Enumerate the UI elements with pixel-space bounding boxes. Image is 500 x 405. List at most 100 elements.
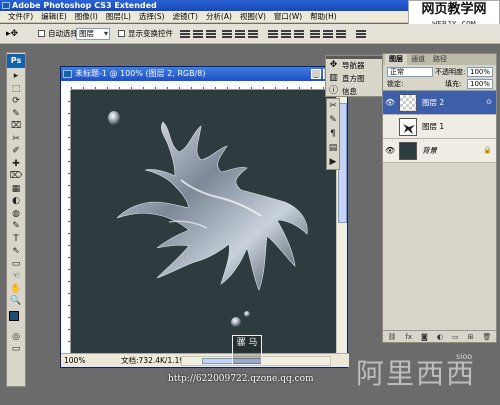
adjustment-icon[interactable]: ◐ [437, 331, 443, 342]
histogram-icon: ▥ [329, 73, 338, 83]
move-tool-icon[interactable]: ▸ [7, 70, 25, 83]
side-watermark: sioo [456, 352, 473, 361]
hand-tool-icon[interactable]: ✋ [7, 283, 25, 296]
menu-window[interactable]: 窗口(W) [270, 11, 306, 22]
auto-align-icon[interactable] [356, 29, 366, 39]
lock-label: 锁定: [387, 80, 404, 88]
eye-icon[interactable]: 👁 [385, 146, 395, 156]
layer-row-layer2[interactable]: 👁 图层 2 ⊙ [383, 91, 496, 115]
layer-name[interactable]: 背景 [422, 146, 437, 156]
align-top-icon[interactable] [180, 29, 190, 39]
dodge-tool-icon[interactable]: ◐ [7, 195, 25, 208]
align-left-icon[interactable] [222, 29, 232, 39]
menu-help[interactable]: 帮助(H) [306, 11, 341, 22]
slice-tool-icon[interactable]: ✂ [7, 133, 25, 146]
pen-tool-icon[interactable]: ✎ [7, 220, 25, 233]
distribute-left-icon[interactable] [310, 29, 320, 39]
distribute-top-icon[interactable] [268, 29, 278, 39]
zoom-tool-icon[interactable]: 🔍 [7, 295, 25, 308]
tab-channels[interactable]: 通道 [407, 54, 429, 65]
auto-select-dropdown[interactable]: 图层 [76, 28, 110, 40]
move-tool-icon[interactable]: ▸✥ [6, 28, 18, 40]
panel-item-histogram[interactable]: ▥ 直方图 [326, 72, 382, 85]
healing-brush-tool-icon[interactable]: ✐ [7, 145, 25, 158]
notes-tool-icon[interactable]: ☜ [7, 270, 25, 283]
tool-presets-icon[interactable]: ✂ [327, 99, 339, 113]
options-bar: ▸✥ 自动选择: 图层 显示变换控件 [0, 24, 500, 44]
toolbox: Ps ▸ ⬚ ⟳ ✎ ⌧ ✂ ✐ ✚ ⌦ ▦ ◐ ◍ ✎ T ⇖ ▭ ☜ ✋ 🔍… [6, 52, 26, 387]
panel-item-info[interactable]: ⓘ 信息 [326, 85, 382, 98]
layer-name[interactable]: 图层 2 [422, 98, 444, 108]
droplet-bottom-small [244, 311, 250, 317]
mask-icon[interactable]: ◙ [421, 331, 428, 342]
menu-image[interactable]: 图像(I) [71, 11, 102, 22]
align-hcenter-icon[interactable] [235, 29, 245, 39]
layer-name[interactable]: 图层 1 [422, 122, 444, 132]
distribute-bottom-icon[interactable] [294, 29, 304, 39]
link-layers-icon[interactable]: ⛓ [388, 331, 397, 342]
trash-icon[interactable]: 🗑 [483, 331, 492, 342]
panel-item-label: 直方图 [342, 74, 365, 83]
gradient-tool-icon[interactable]: ▦ [7, 183, 25, 196]
layer-thumbnail [399, 142, 417, 160]
distribute-hcenter-icon[interactable] [323, 29, 333, 39]
crop-tool-icon[interactable]: ⌧ [7, 120, 25, 133]
magic-wand-tool-icon[interactable]: ✎ [7, 108, 25, 121]
screen-mode-icon[interactable]: ▭ [7, 343, 25, 356]
layer-row-background[interactable]: 👁 背景 🔒 [383, 139, 496, 163]
marquee-tool-icon[interactable]: ⬚ [7, 83, 25, 96]
minimize-button[interactable]: _ [311, 69, 321, 79]
shape-tool-icon[interactable]: ▭ [7, 258, 25, 271]
document-title-bar[interactable]: 未标题-1 @ 100% (图层 2, RGB/8) _ □ × [61, 67, 347, 81]
droplet-bottom [231, 317, 241, 327]
clone-stamp-tool-icon[interactable]: ⌦ [7, 170, 25, 183]
menu-analysis[interactable]: 分析(A) [202, 11, 236, 22]
blur-tool-icon[interactable]: ◍ [7, 208, 25, 221]
panel-item-navigator[interactable]: ✥ 导航器 [326, 59, 382, 72]
menu-view[interactable]: 视图(V) [236, 11, 270, 22]
tab-paths[interactable]: 路径 [429, 54, 451, 65]
layer-comps-icon[interactable]: ▤ [327, 141, 339, 155]
paragraph-icon[interactable]: ¶ [327, 127, 339, 141]
folder-icon[interactable]: ▭ [452, 331, 459, 342]
path-select-tool-icon[interactable]: ⇖ [7, 245, 25, 258]
layer-row-layer1[interactable]: 图层 1 [383, 115, 496, 139]
type-tool-icon[interactable]: T [7, 233, 25, 246]
actions-icon[interactable]: ▶ [327, 155, 339, 169]
eye-icon[interactable]: 👁 [385, 98, 395, 108]
document-title: 未标题-1 @ 100% (图层 2, RGB/8) [75, 69, 206, 78]
foreground-color-swatch[interactable] [9, 310, 19, 321]
align-bottom-icon[interactable] [206, 29, 216, 39]
menu-layer[interactable]: 图层(L) [102, 11, 135, 22]
auto-select-checkbox[interactable] [38, 30, 45, 37]
tab-layers[interactable]: 图层 [385, 54, 407, 65]
brushes-icon[interactable]: ✎ [327, 113, 339, 127]
blend-mode-select[interactable]: 正常 [387, 67, 433, 77]
show-transform-checkbox[interactable] [118, 30, 125, 37]
document-icon [63, 70, 72, 78]
align-right-icon[interactable] [248, 29, 258, 39]
quick-mask-icon[interactable]: ◎ [7, 331, 25, 344]
document-window: 未标题-1 @ 100% (图层 2, RGB/8) _ □ × [60, 66, 349, 368]
distribute-right-icon[interactable] [336, 29, 346, 39]
distribute-vcenter-icon[interactable] [281, 29, 291, 39]
menu-filter[interactable]: 滤镜(T) [169, 11, 202, 22]
brush-tool-icon[interactable]: ✚ [7, 158, 25, 171]
panel-item-label: 导航器 [342, 61, 365, 70]
zoom-level[interactable]: 100% [64, 356, 85, 366]
menu-select[interactable]: 选择(S) [135, 11, 169, 22]
opacity-input[interactable]: 100% [467, 67, 493, 77]
align-vcenter-icon[interactable] [193, 29, 203, 39]
ps-logo: Ps [7, 54, 25, 68]
new-layer-icon[interactable]: ⊞ [468, 331, 474, 342]
vertical-ruler [61, 90, 71, 354]
menu-file[interactable]: 文件(F) [4, 11, 37, 22]
lasso-tool-icon[interactable]: ⟳ [7, 95, 25, 108]
url-watermark: http://622009722.qzone.qq.com [168, 374, 314, 384]
fx-icon[interactable]: fx [405, 331, 412, 342]
menu-edit[interactable]: 编辑(E) [37, 11, 71, 22]
image-canvas[interactable] [71, 90, 337, 354]
fill-input[interactable]: 100% [467, 79, 493, 89]
panel-dock-column: ✂ ✎ ¶ ▤ ▶ [326, 98, 340, 170]
eye-hidden-icon[interactable] [385, 122, 395, 132]
